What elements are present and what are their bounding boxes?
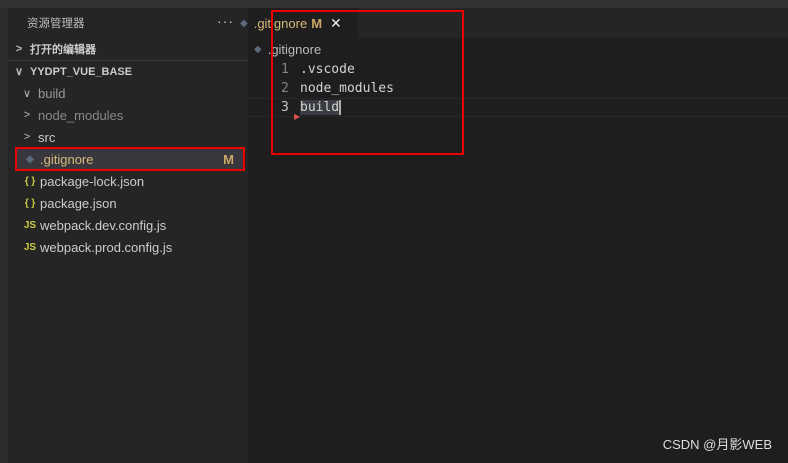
section-label: YYDPT_VUE_BASE: [30, 65, 133, 78]
js-icon: JS: [23, 219, 37, 231]
explorer-sidebar: 资源管理器 ··· > 打开的编辑器 ∨ YYDPT_VUE_BASE ∨ build…: [8, 8, 248, 463]
item-label: node_modules: [38, 107, 124, 123]
item-label: .gitignore: [40, 151, 94, 167]
tree-file-package-lock[interactable]: { } package-lock.json: [8, 170, 248, 192]
highlight-box: [271, 10, 464, 155]
tree-file-gitignore[interactable]: ◆ .gitignore M: [15, 147, 245, 171]
item-label: webpack.dev.config.js: [40, 217, 167, 233]
title-bar: [0, 0, 788, 8]
section-label: 打开的编辑器: [30, 44, 96, 56]
watermark: CSDN @月影WEB: [662, 437, 772, 452]
git-file-icon: ◆: [26, 153, 34, 165]
open-editors-section[interactable]: > 打开的编辑器: [8, 38, 248, 60]
js-icon: JS: [23, 241, 37, 253]
item-label: package-lock.json: [40, 173, 145, 189]
chevron-right-icon: >: [23, 109, 31, 121]
item-label: build: [38, 85, 66, 101]
json-icon: { }: [24, 175, 36, 187]
git-file-icon: ◆: [240, 17, 248, 29]
item-label: package.json: [40, 195, 117, 211]
tree-file-package[interactable]: { } package.json: [8, 192, 248, 214]
item-label: webpack.prod.config.js: [40, 239, 173, 255]
more-actions-icon[interactable]: ···: [217, 13, 234, 29]
modified-badge: M: [223, 151, 234, 167]
chevron-right-icon: >: [23, 131, 31, 143]
tree-folder-build[interactable]: ∨ build: [8, 82, 248, 104]
tree-file-webpack-dev[interactable]: JS webpack.dev.config.js: [8, 214, 248, 236]
json-icon: { }: [24, 197, 36, 209]
activity-bar: [0, 8, 8, 463]
tree-folder-src[interactable]: > src: [8, 126, 248, 148]
git-file-icon: ◆: [254, 43, 262, 55]
item-label: src: [38, 129, 56, 145]
explorer-title: 资源管理器: [27, 18, 85, 30]
tree-folder-node-modules[interactable]: > node_modules: [8, 104, 248, 126]
chevron-right-icon: >: [15, 43, 23, 55]
chevron-down-icon: ∨: [14, 66, 24, 78]
chevron-down-icon: ∨: [22, 87, 32, 100]
tree-file-webpack-prod[interactable]: JS webpack.prod.config.js: [8, 236, 248, 258]
project-section[interactable]: ∨ YYDPT_VUE_BASE: [8, 60, 248, 82]
